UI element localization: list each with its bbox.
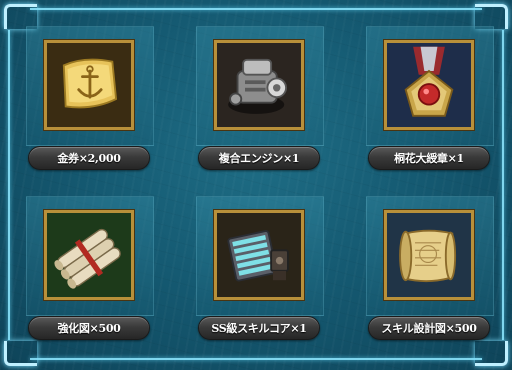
reward-item[interactable]: 複合エンジン×1 [194,26,324,176]
frame-top-line [30,8,482,10]
reward-grid: 金券×2,000 複合エンジン×1 桐花大綬章×1 強化図×500 SS級スキル… [24,26,494,344]
reward-label: 桐花大綬章×1 [394,152,464,165]
frame-right-line [502,30,504,340]
reward-item[interactable]: 金券×2,000 [24,26,154,176]
reward-label-plate: SS級スキルコア×1 [198,316,320,340]
reward-item[interactable]: 桐花大綬章×1 [364,26,494,176]
reward-panel: 金券×2,000 複合エンジン×1 桐花大綬章×1 強化図×500 SS級スキル… [0,0,512,370]
reward-label: 金券×2,000 [57,152,121,165]
reward-label: スキル設計図×500 [381,322,477,335]
reward-icon-frame [384,210,474,300]
reward-label-plate: 金券×2,000 [28,146,150,170]
reward-icon-frame [214,40,304,130]
reward-icon-frame [214,210,304,300]
reward-label: 複合エンジン×1 [218,152,300,165]
blueprint-scroll-icon [47,213,131,297]
reward-label: 強化図×500 [57,322,121,335]
paulownia-medal-icon [387,43,471,127]
compound-engine-icon [217,43,301,127]
gold-ticket-icon [47,43,131,127]
reward-label: SS級スキルコア×1 [211,322,307,335]
reward-label-plate: 複合エンジン×1 [198,146,320,170]
frame-left-line [8,30,10,340]
reward-icon-frame [44,40,134,130]
reward-label-plate: 強化図×500 [28,316,150,340]
reward-label-plate: 桐花大綬章×1 [368,146,490,170]
skill-core-icon [217,213,301,297]
reward-item[interactable]: SS級スキルコア×1 [194,196,324,346]
reward-item[interactable]: 強化図×500 [24,196,154,346]
frame-bottom-line [30,358,482,360]
reward-icon-frame [384,40,474,130]
reward-icon-frame [44,210,134,300]
skill-design-scroll-icon [387,213,471,297]
reward-item[interactable]: スキル設計図×500 [364,196,494,346]
reward-label-plate: スキル設計図×500 [368,316,490,340]
